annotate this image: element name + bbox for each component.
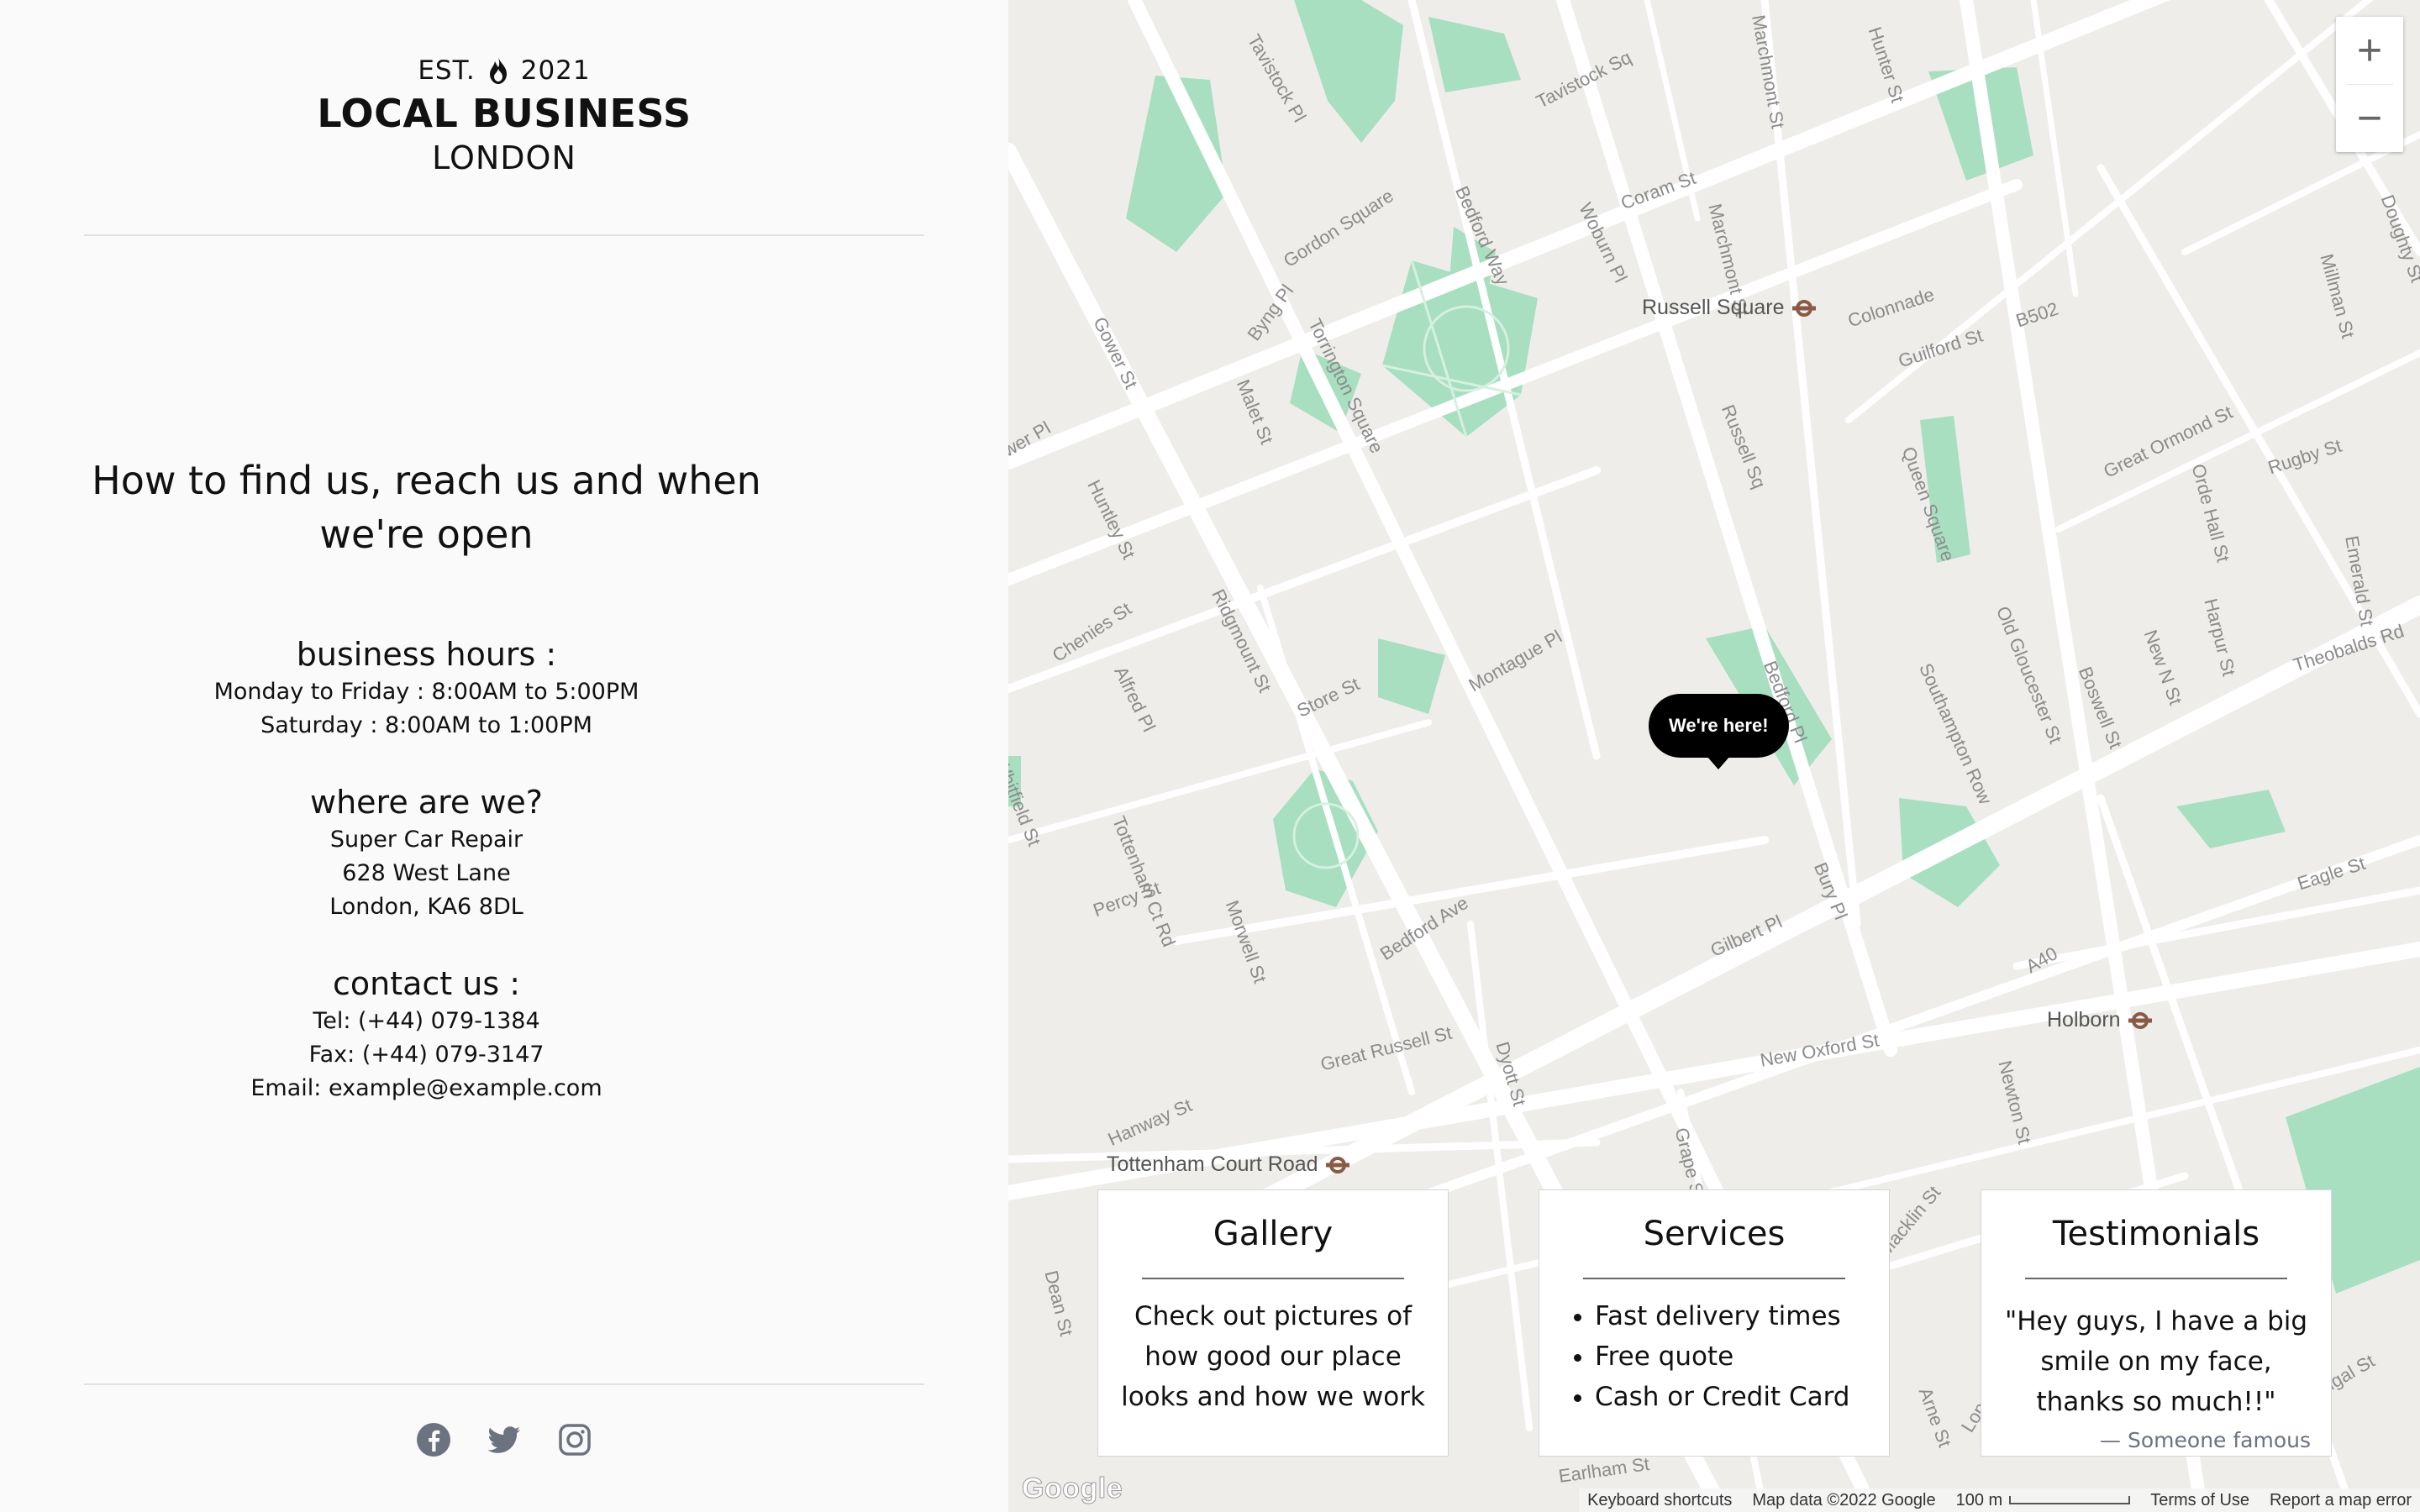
where-title: where are we? bbox=[310, 784, 543, 821]
testimonial-quote: "Hey guys, I have a big smile on my face… bbox=[2004, 1306, 2308, 1417]
list-item: Fast delivery times bbox=[1595, 1296, 1889, 1336]
brand-name: LOCAL BUSINESS bbox=[317, 91, 692, 136]
testimonials-card[interactable]: Testimonials "Hey guys, I have a big smi… bbox=[1981, 1189, 2332, 1457]
map-attribution: Keyboard shortcuts Map data ©2022 Google… bbox=[1579, 1488, 2420, 1512]
card-title: Gallery bbox=[1213, 1215, 1334, 1253]
terms-link[interactable]: Terms of Use bbox=[2150, 1491, 2249, 1510]
underground-icon bbox=[1325, 1156, 1350, 1174]
location-marker[interactable]: We're here! bbox=[1649, 694, 1789, 769]
address-line: 628 West Lane bbox=[342, 860, 511, 886]
address-line: Super Car Repair bbox=[329, 827, 523, 853]
card-text: Check out pictures of how good our place… bbox=[1121, 1301, 1425, 1412]
page-heading: How to find us, reach us and when we're … bbox=[92, 458, 761, 557]
zoom-out-button[interactable]: − bbox=[2336, 85, 2403, 152]
address-line: London, KA6 8DL bbox=[329, 894, 523, 920]
scale-bar bbox=[2009, 1496, 2131, 1505]
marker-label: We're here! bbox=[1649, 694, 1789, 758]
hours-title: business hours : bbox=[296, 636, 557, 673]
underground-icon bbox=[1791, 299, 1817, 318]
testimonial-author: — Someone famous bbox=[2100, 1428, 2311, 1452]
contact-tel: Tel: (+44) 079-1384 bbox=[313, 1008, 540, 1034]
station-label: Russell Square bbox=[1642, 296, 1785, 319]
business-hours: business hours : Monday to Friday : 8:00… bbox=[84, 633, 769, 743]
hours-line: Monday to Friday : 8:00AM to 5:00PM bbox=[213, 679, 639, 705]
social-links bbox=[0, 1421, 1008, 1458]
card-divider bbox=[2025, 1278, 2287, 1279]
station-tottenham-court-road[interactable]: Tottenham Court Road bbox=[1107, 1152, 1350, 1177]
instagram-icon[interactable] bbox=[556, 1421, 593, 1458]
services-card[interactable]: Services Fast delivery times Free quote … bbox=[1539, 1189, 1890, 1457]
divider-top bbox=[84, 234, 924, 236]
divider-bottom bbox=[84, 1383, 924, 1385]
card-title: Testimonials bbox=[2052, 1215, 2260, 1253]
map-scale[interactable]: 100 m bbox=[1956, 1491, 2131, 1510]
brand-header: EST. 2021 LOCAL BUSINESS LONDON bbox=[0, 55, 1008, 176]
station-russell-square[interactable]: Russell Square bbox=[1642, 296, 1817, 320]
zoom-in-button[interactable]: + bbox=[2336, 17, 2403, 84]
station-label: Holborn bbox=[2047, 1008, 2121, 1032]
contact-email[interactable]: Email: example@example.com bbox=[84, 1072, 769, 1105]
brand-city: LONDON bbox=[432, 139, 576, 176]
keyboard-shortcuts-link[interactable]: Keyboard shortcuts bbox=[1587, 1491, 1732, 1510]
services-list: Fast delivery times Free quote Cash or C… bbox=[1539, 1296, 1889, 1417]
est-label: EST. bbox=[418, 55, 476, 86]
card-title: Services bbox=[1643, 1215, 1786, 1253]
contact-title: contact us : bbox=[332, 965, 521, 1002]
station-holborn[interactable]: Holborn bbox=[2047, 1008, 2153, 1032]
card-divider bbox=[1142, 1278, 1404, 1279]
report-error-link[interactable]: Report a map error bbox=[2270, 1491, 2412, 1510]
est-line: EST. 2021 bbox=[0, 55, 1008, 86]
map-data-label: Map data ©2022 Google bbox=[1752, 1490, 1936, 1509]
twitter-icon[interactable] bbox=[486, 1421, 523, 1458]
card-divider bbox=[1583, 1278, 1845, 1279]
gallery-card[interactable]: Gallery Check out pictures of how good o… bbox=[1097, 1189, 1449, 1457]
station-label: Tottenham Court Road bbox=[1107, 1152, 1318, 1176]
hours-line: Saturday : 8:00AM to 1:00PM bbox=[260, 712, 592, 738]
contact-section: contact us : Tel: (+44) 079-1384 Fax: (+… bbox=[84, 963, 769, 1105]
address-section: where are we? Super Car Repair 628 West … bbox=[84, 781, 769, 924]
zoom-controls: + − bbox=[2336, 17, 2403, 152]
underground-icon bbox=[2128, 1011, 2153, 1030]
contact-fax: Fax: (+44) 079-3147 bbox=[308, 1042, 544, 1068]
info-panel: EST. 2021 LOCAL BUSINESS LONDON How to f… bbox=[0, 0, 1008, 1512]
est-year: 2021 bbox=[520, 55, 591, 86]
marker-pointer bbox=[1707, 756, 1731, 769]
list-item: Cash or Credit Card bbox=[1595, 1377, 1889, 1417]
google-logo[interactable]: Google bbox=[1021, 1473, 1123, 1505]
flame-icon bbox=[487, 56, 509, 85]
facebook-icon[interactable] bbox=[415, 1421, 452, 1458]
scale-label: 100 m bbox=[1955, 1490, 2003, 1509]
list-item: Free quote bbox=[1595, 1336, 1889, 1377]
